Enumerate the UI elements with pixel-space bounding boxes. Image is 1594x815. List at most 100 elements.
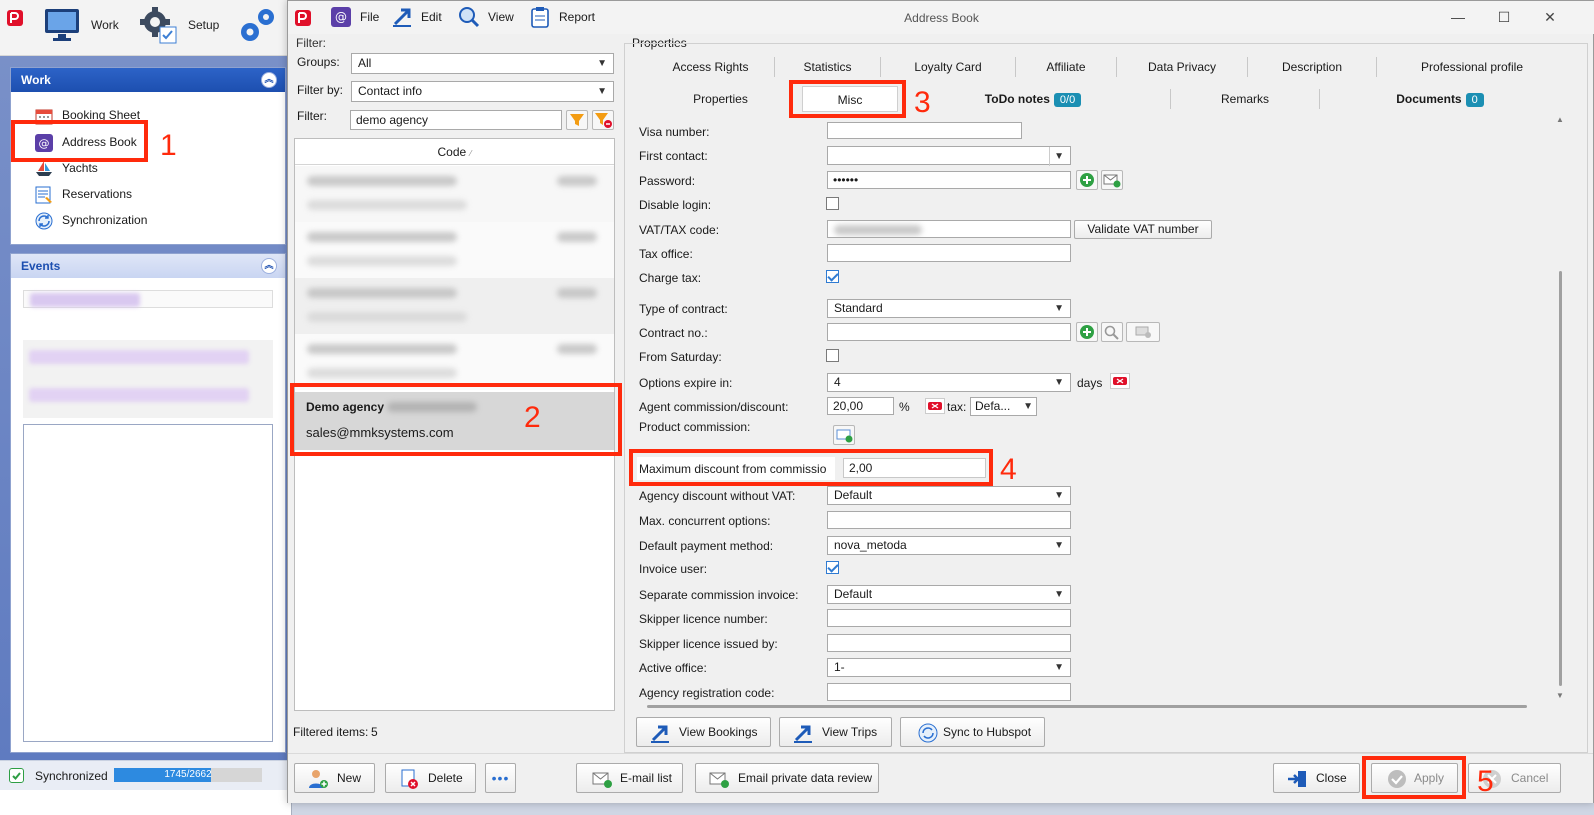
reservations-list-icon — [35, 186, 52, 204]
work-panel-header[interactable]: Work ︽ — [11, 68, 285, 92]
agent-commission-input[interactable]: 20,00 — [827, 397, 894, 415]
form-vertical-scrollbar[interactable]: ▲ ▼ — [1554, 115, 1566, 705]
first-contact-select[interactable]: ▼ — [827, 146, 1071, 166]
close-window-icon[interactable]: ✕ — [1540, 7, 1560, 27]
skipper-licence-issued-input[interactable] — [827, 634, 1071, 652]
visa-number-input[interactable] — [827, 122, 1022, 139]
tab-remarks[interactable]: Remarks — [1171, 86, 1319, 112]
add-user-icon — [309, 770, 328, 788]
scroll-up-icon[interactable]: ▲ — [1556, 115, 1564, 124]
nav-synchronization[interactable]: Synchronization — [35, 209, 147, 231]
email-private-data-review-button[interactable]: Email private data review — [695, 763, 879, 793]
filter-input[interactable]: demo agency — [350, 110, 562, 130]
events-panel-header[interactable]: Events ︽ — [11, 254, 285, 278]
email-list-button[interactable]: E-mail list — [576, 763, 683, 793]
skipper-licence-number-input[interactable] — [827, 609, 1071, 627]
minimize-icon[interactable]: — — [1448, 7, 1468, 27]
menu-edit[interactable]: Edit — [391, 5, 442, 29]
tax-office-input[interactable] — [827, 244, 1071, 262]
tab-professional-profile[interactable]: Professional profile — [1377, 54, 1567, 80]
tab-todo-notes[interactable]: ToDo notes 0/0 — [898, 86, 1168, 112]
invoice-user-checkbox[interactable] — [826, 561, 839, 574]
email-contract-button[interactable] — [1126, 322, 1160, 342]
scroll-down-icon[interactable]: ▼ — [1556, 691, 1564, 700]
vertical-scroll-thumb[interactable] — [1559, 271, 1562, 686]
password-input[interactable]: •••••• — [827, 171, 1071, 189]
work-label[interactable]: Work — [91, 18, 119, 32]
menu-view[interactable]: View — [458, 5, 514, 29]
list-item[interactable] — [295, 222, 614, 278]
groups-select[interactable]: All ▼ — [351, 53, 614, 74]
default-payment-select[interactable]: nova_metoda ▼ — [827, 536, 1071, 555]
disable-login-checkbox[interactable] — [826, 197, 839, 210]
filtered-items-count: 5 — [371, 725, 378, 739]
type-of-contract-select[interactable]: Standard ▼ — [827, 299, 1071, 318]
clear-options-expire-button[interactable] — [1110, 373, 1130, 389]
more-options-button[interactable]: ••• — [485, 763, 516, 793]
from-saturday-checkbox[interactable] — [826, 349, 839, 362]
menu-file[interactable]: @ File — [330, 5, 379, 29]
delete-button[interactable]: Delete — [385, 763, 476, 793]
agency-registration-input[interactable] — [827, 683, 1071, 701]
filter-by-select[interactable]: Contact info ▼ — [351, 81, 614, 102]
annotation-number-5: 5 — [1477, 765, 1494, 798]
setup-gear-icon[interactable] — [138, 5, 180, 47]
clear-filter-button[interactable] — [592, 110, 614, 130]
sync-hubspot-button[interactable]: Sync to Hubspot — [900, 717, 1045, 747]
vat-code-input[interactable] — [827, 220, 1071, 238]
separate-commission-select[interactable]: Default ▼ — [827, 585, 1071, 604]
menu-report[interactable]: Report — [529, 5, 595, 29]
events-filter-blurred[interactable] — [23, 290, 273, 308]
collapse-chevron-icon[interactable]: ︽ — [261, 72, 277, 88]
options-expire-select[interactable]: 4 ▼ — [827, 373, 1071, 392]
add-password-button[interactable] — [1076, 170, 1098, 190]
collapse-chevron-icon[interactable]: ︽ — [261, 258, 277, 274]
tab-description[interactable]: Description — [1248, 54, 1376, 80]
setup-label[interactable]: Setup — [188, 18, 219, 32]
tab-statistics[interactable]: Statistics — [775, 54, 880, 80]
add-contract-button[interactable] — [1076, 322, 1098, 342]
list-item[interactable] — [295, 278, 614, 334]
add-product-commission-button[interactable] — [833, 425, 855, 445]
code-column-header[interactable]: Code ⁄ — [295, 139, 614, 165]
form-horizontal-scrollbar[interactable] — [639, 701, 1554, 711]
charge-tax-label: Charge tax: — [639, 271, 702, 285]
tab-loyalty-card[interactable]: Loyalty Card — [881, 54, 1015, 80]
active-office-select[interactable]: 1- ▼ — [827, 658, 1071, 677]
sync-progress-text: 1745/2662 — [164, 769, 212, 780]
tab-properties[interactable]: Properties — [648, 86, 793, 112]
tab-data-privacy[interactable]: Data Privacy — [1117, 54, 1247, 80]
clear-red-icon — [1113, 377, 1127, 385]
settings-gears-icon[interactable] — [238, 6, 278, 44]
view-bookings-button[interactable]: View Bookings — [636, 717, 771, 747]
email-password-button[interactable] — [1101, 170, 1123, 190]
new-button[interactable]: New — [294, 763, 375, 793]
tab-access-rights[interactable]: Access Rights — [648, 54, 773, 80]
filtered-items-label: Filtered items: — [293, 725, 369, 739]
close-button[interactable]: Close — [1273, 763, 1360, 793]
contract-no-input[interactable] — [827, 323, 1071, 341]
horizontal-scroll-thumb[interactable] — [647, 705, 1527, 708]
validate-vat-button[interactable]: Validate VAT number — [1074, 220, 1212, 239]
edit-arrow-icon — [393, 8, 411, 27]
search-contract-button[interactable] — [1101, 322, 1123, 342]
synchronized-label: Synchronized — [35, 769, 108, 783]
list-item[interactable] — [295, 334, 614, 390]
clear-commission-button[interactable] — [925, 398, 945, 414]
tab-documents[interactable]: Documents 0 — [1320, 86, 1560, 112]
apply-filter-button[interactable] — [566, 110, 588, 130]
tab-affiliate[interactable]: Affiliate — [1016, 54, 1116, 80]
nav-reservations[interactable]: Reservations — [35, 183, 132, 205]
groups-select-value: All — [358, 56, 372, 70]
events-panel: Events ︽ — [10, 253, 286, 753]
agency-discount-select[interactable]: Default ▼ — [827, 486, 1071, 505]
tab-documents-label: Documents — [1396, 92, 1462, 106]
max-concurrent-input[interactable] — [827, 511, 1071, 529]
view-trips-button[interactable]: View Trips — [779, 717, 892, 747]
tax-select[interactable]: Defa... ▼ — [970, 397, 1037, 416]
maximize-icon[interactable]: ☐ — [1494, 7, 1514, 27]
list-item[interactable] — [295, 166, 614, 222]
work-monitor-icon[interactable] — [44, 8, 80, 42]
charge-tax-checkbox[interactable] — [826, 270, 839, 283]
filter-label: Filter: — [297, 109, 327, 123]
